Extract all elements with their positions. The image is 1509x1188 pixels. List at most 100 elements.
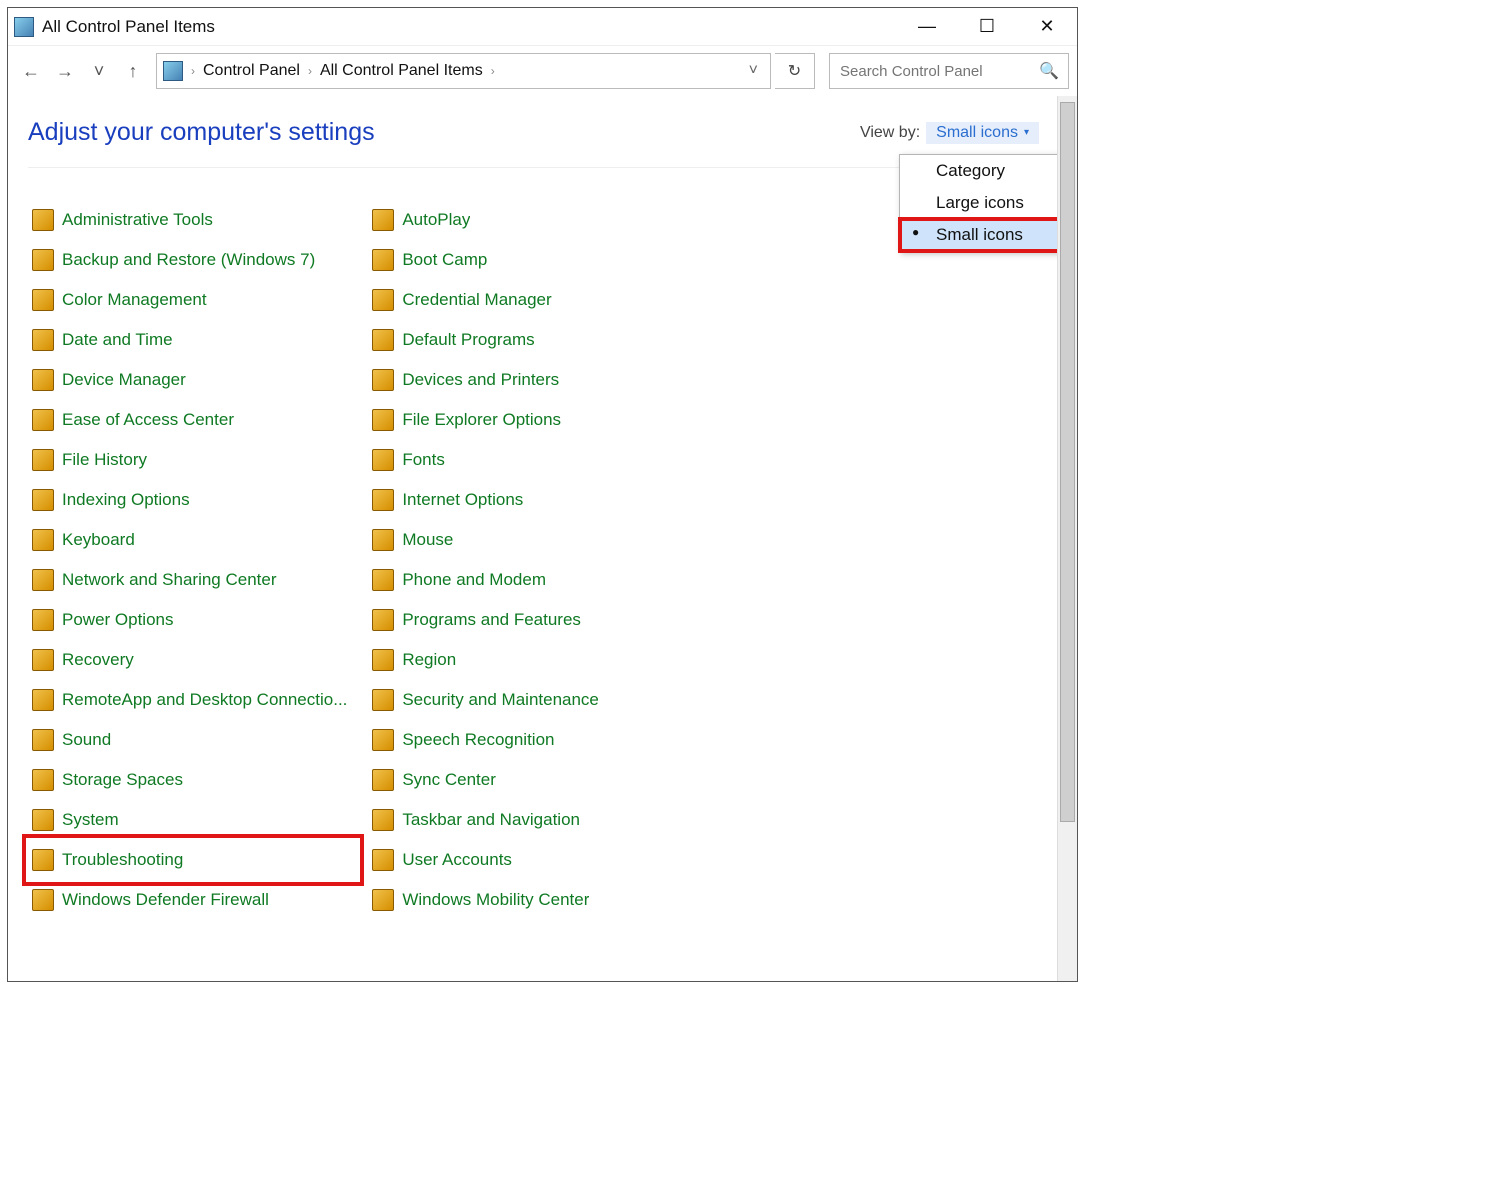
control-panel-item[interactable]: Indexing Options [28,480,358,520]
control-panel-item[interactable]: Recovery [28,640,358,680]
control-panel-item-icon [32,889,54,911]
control-panel-item-label: Sound [62,730,111,750]
control-panel-item-label: System [62,810,119,830]
control-panel-item-icon [32,849,54,871]
control-panel-item-label: Internet Options [402,490,523,510]
control-panel-item[interactable]: Boot Camp [368,240,698,280]
breadcrumb-control-panel[interactable]: Control Panel [199,60,304,82]
address-bar[interactable]: › Control Panel › All Control Panel Item… [156,53,771,89]
control-panel-item[interactable]: Phone and Modem [368,560,698,600]
scrollbar-thumb[interactable] [1060,102,1075,822]
control-panel-item[interactable]: Troubleshooting [28,840,358,880]
back-button[interactable]: ← [16,56,46,86]
control-panel-item[interactable]: Programs and Features [368,600,698,640]
control-panel-item[interactable]: Sound [28,720,358,760]
control-panel-item-icon [372,569,394,591]
control-panel-item[interactable]: Color Management [28,280,358,320]
control-panel-item[interactable]: Security and Maintenance [368,680,698,720]
control-panel-item[interactable]: File Explorer Options [368,400,698,440]
control-panel-item-icon [32,249,54,271]
control-panel-item[interactable]: Network and Sharing Center [28,560,358,600]
control-panel-window: All Control Panel Items — ☐ ✕ ← → ˅ ↑ › … [7,7,1078,982]
control-panel-item[interactable]: User Accounts [368,840,698,880]
control-panel-item-label: Taskbar and Navigation [402,810,580,830]
control-panel-item[interactable]: Ease of Access Center [28,400,358,440]
control-panel-item-label: Power Options [62,610,174,630]
breadcrumb-sep-icon[interactable]: › [308,64,312,78]
control-panel-item[interactable]: RemoteApp and Desktop Connectio... [28,680,358,720]
control-panel-item[interactable]: System [28,800,358,840]
control-panel-item-icon [32,409,54,431]
control-panel-item[interactable]: Sync Center [368,760,698,800]
control-panel-item-icon [32,369,54,391]
control-panel-item-label: Indexing Options [62,490,190,510]
control-panel-item-label: Windows Mobility Center [402,890,589,910]
view-by-option-large-icons[interactable]: Large icons [900,187,1057,219]
control-panel-item-icon [372,449,394,471]
control-panel-item[interactable]: Mouse [368,520,698,560]
view-by-option-category[interactable]: Category [900,155,1057,187]
control-panel-item-icon [32,809,54,831]
breadcrumb-sep-icon[interactable]: › [491,64,495,78]
forward-button[interactable]: → [50,56,80,86]
control-panel-item-icon [372,489,394,511]
minimize-button[interactable]: — [897,8,957,45]
vertical-scrollbar[interactable] [1057,96,1077,981]
control-panel-item[interactable]: Devices and Printers [368,360,698,400]
control-panel-item[interactable]: File History [28,440,358,480]
close-button[interactable]: ✕ [1017,8,1077,45]
breadcrumb-sep-icon[interactable]: › [191,64,195,78]
control-panel-item-label: Sync Center [402,770,496,790]
control-panel-item-icon [32,729,54,751]
control-panel-item[interactable]: Region [368,640,698,680]
control-panel-item-label: Color Management [62,290,207,310]
up-button[interactable]: ↑ [118,56,148,86]
control-panel-item-icon [372,689,394,711]
search-input[interactable] [840,63,1039,80]
search-box[interactable]: 🔍 [829,53,1069,89]
view-by-option-small-icons[interactable]: Small icons [900,219,1057,251]
control-panel-item[interactable]: Windows Mobility Center [368,880,698,920]
control-panel-item-label: User Accounts [402,850,512,870]
control-panel-item[interactable]: Windows Defender Firewall [28,880,358,920]
control-panel-item[interactable]: Default Programs [368,320,698,360]
control-panel-item-label: Windows Defender Firewall [62,890,269,910]
control-panel-item[interactable]: AutoPlay [368,200,698,240]
control-panel-item[interactable]: Storage Spaces [28,760,358,800]
control-panel-item[interactable]: Backup and Restore (Windows 7) [28,240,358,280]
control-panel-item-label: Administrative Tools [62,210,213,230]
navbar: ← → ˅ ↑ › Control Panel › All Control Pa… [8,46,1077,96]
heading-row: Adjust your computer's settings View by:… [28,118,1039,168]
control-panel-item-icon [372,769,394,791]
refresh-button[interactable]: ↻ [775,53,815,89]
recent-locations-button[interactable]: ˅ [84,56,114,86]
control-panel-item-label: File History [62,450,147,470]
maximize-button[interactable]: ☐ [957,8,1017,45]
control-panel-item-icon [372,209,394,231]
control-panel-item[interactable]: Fonts [368,440,698,480]
control-panel-item[interactable]: Administrative Tools [28,200,358,240]
address-dropdown-button[interactable]: ˅ [743,62,764,80]
control-panel-item[interactable]: Taskbar and Navigation [368,800,698,840]
control-panel-item-icon [372,809,394,831]
control-panel-item-label: Devices and Printers [402,370,559,390]
search-icon[interactable]: 🔍 [1039,61,1059,81]
control-panel-item-label: Phone and Modem [402,570,546,590]
control-panel-item[interactable]: Power Options [28,600,358,640]
control-panel-item[interactable]: Credential Manager [368,280,698,320]
control-panel-item-icon [372,249,394,271]
control-panel-item[interactable]: Date and Time [28,320,358,360]
control-panel-item-icon [32,769,54,791]
view-by-dropdown[interactable]: Small icons ▾ [926,122,1039,144]
control-panel-item-label: Keyboard [62,530,135,550]
control-panel-item-label: Storage Spaces [62,770,183,790]
titlebar: All Control Panel Items — ☐ ✕ [8,8,1077,46]
control-panel-items-grid: Administrative Tools Backup and Restore (… [28,200,1039,920]
control-panel-item[interactable]: Speech Recognition [368,720,698,760]
breadcrumb-all-items[interactable]: All Control Panel Items [316,60,487,82]
control-panel-item-icon [32,569,54,591]
control-panel-item[interactable]: Device Manager [28,360,358,400]
control-panel-item[interactable]: Keyboard [28,520,358,560]
control-panel-item-label: Credential Manager [402,290,551,310]
control-panel-item[interactable]: Internet Options [368,480,698,520]
